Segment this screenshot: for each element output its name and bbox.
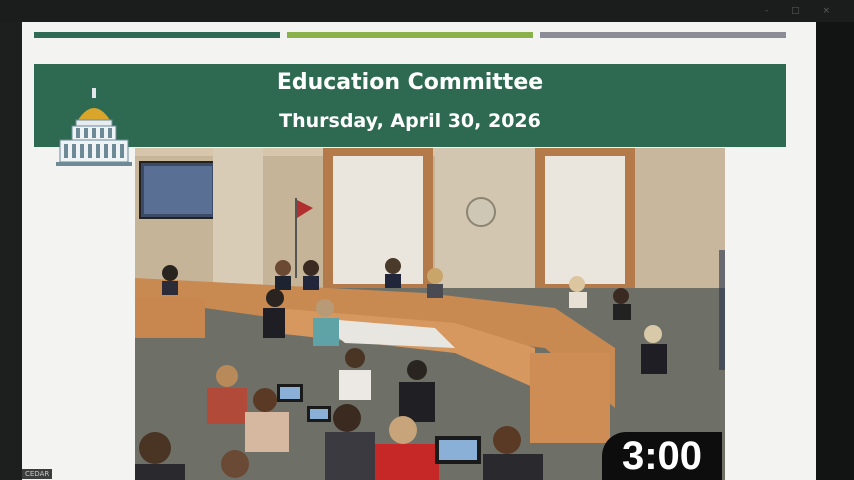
stream-source-label: CEDAR [22, 469, 53, 479]
title-banner: Education Committee Thursday, April 30, … [34, 64, 786, 147]
committee-room-video[interactable] [135, 148, 725, 480]
accent-stripe-green [34, 32, 280, 38]
accent-stripe-lime [287, 32, 533, 38]
accent-stripe-gray [540, 32, 786, 38]
committee-title: Education Committee [276, 70, 544, 95]
window-title-bar: - □ × [0, 0, 854, 22]
side-flag-edge [719, 250, 725, 370]
committee-room-scene [135, 148, 725, 480]
right-edge-panel [816, 22, 854, 480]
meeting-date: Thursday, April 30, 2026 [279, 110, 541, 132]
speaker-timer: 3:00 [602, 432, 722, 480]
capitol-dome-logo [56, 88, 132, 166]
window-controls[interactable]: - □ × [765, 6, 840, 16]
